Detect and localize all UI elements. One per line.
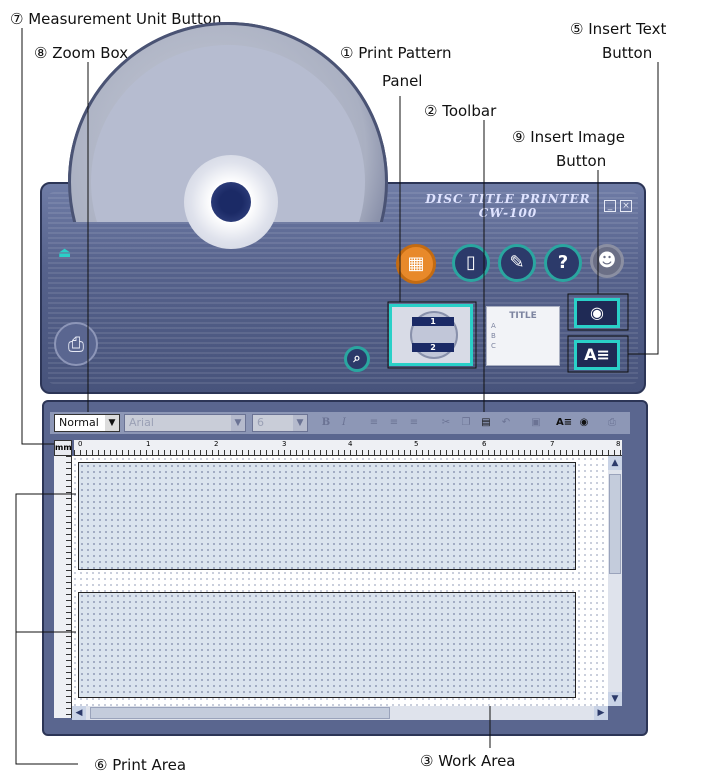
callout-lines [15,28,659,765]
